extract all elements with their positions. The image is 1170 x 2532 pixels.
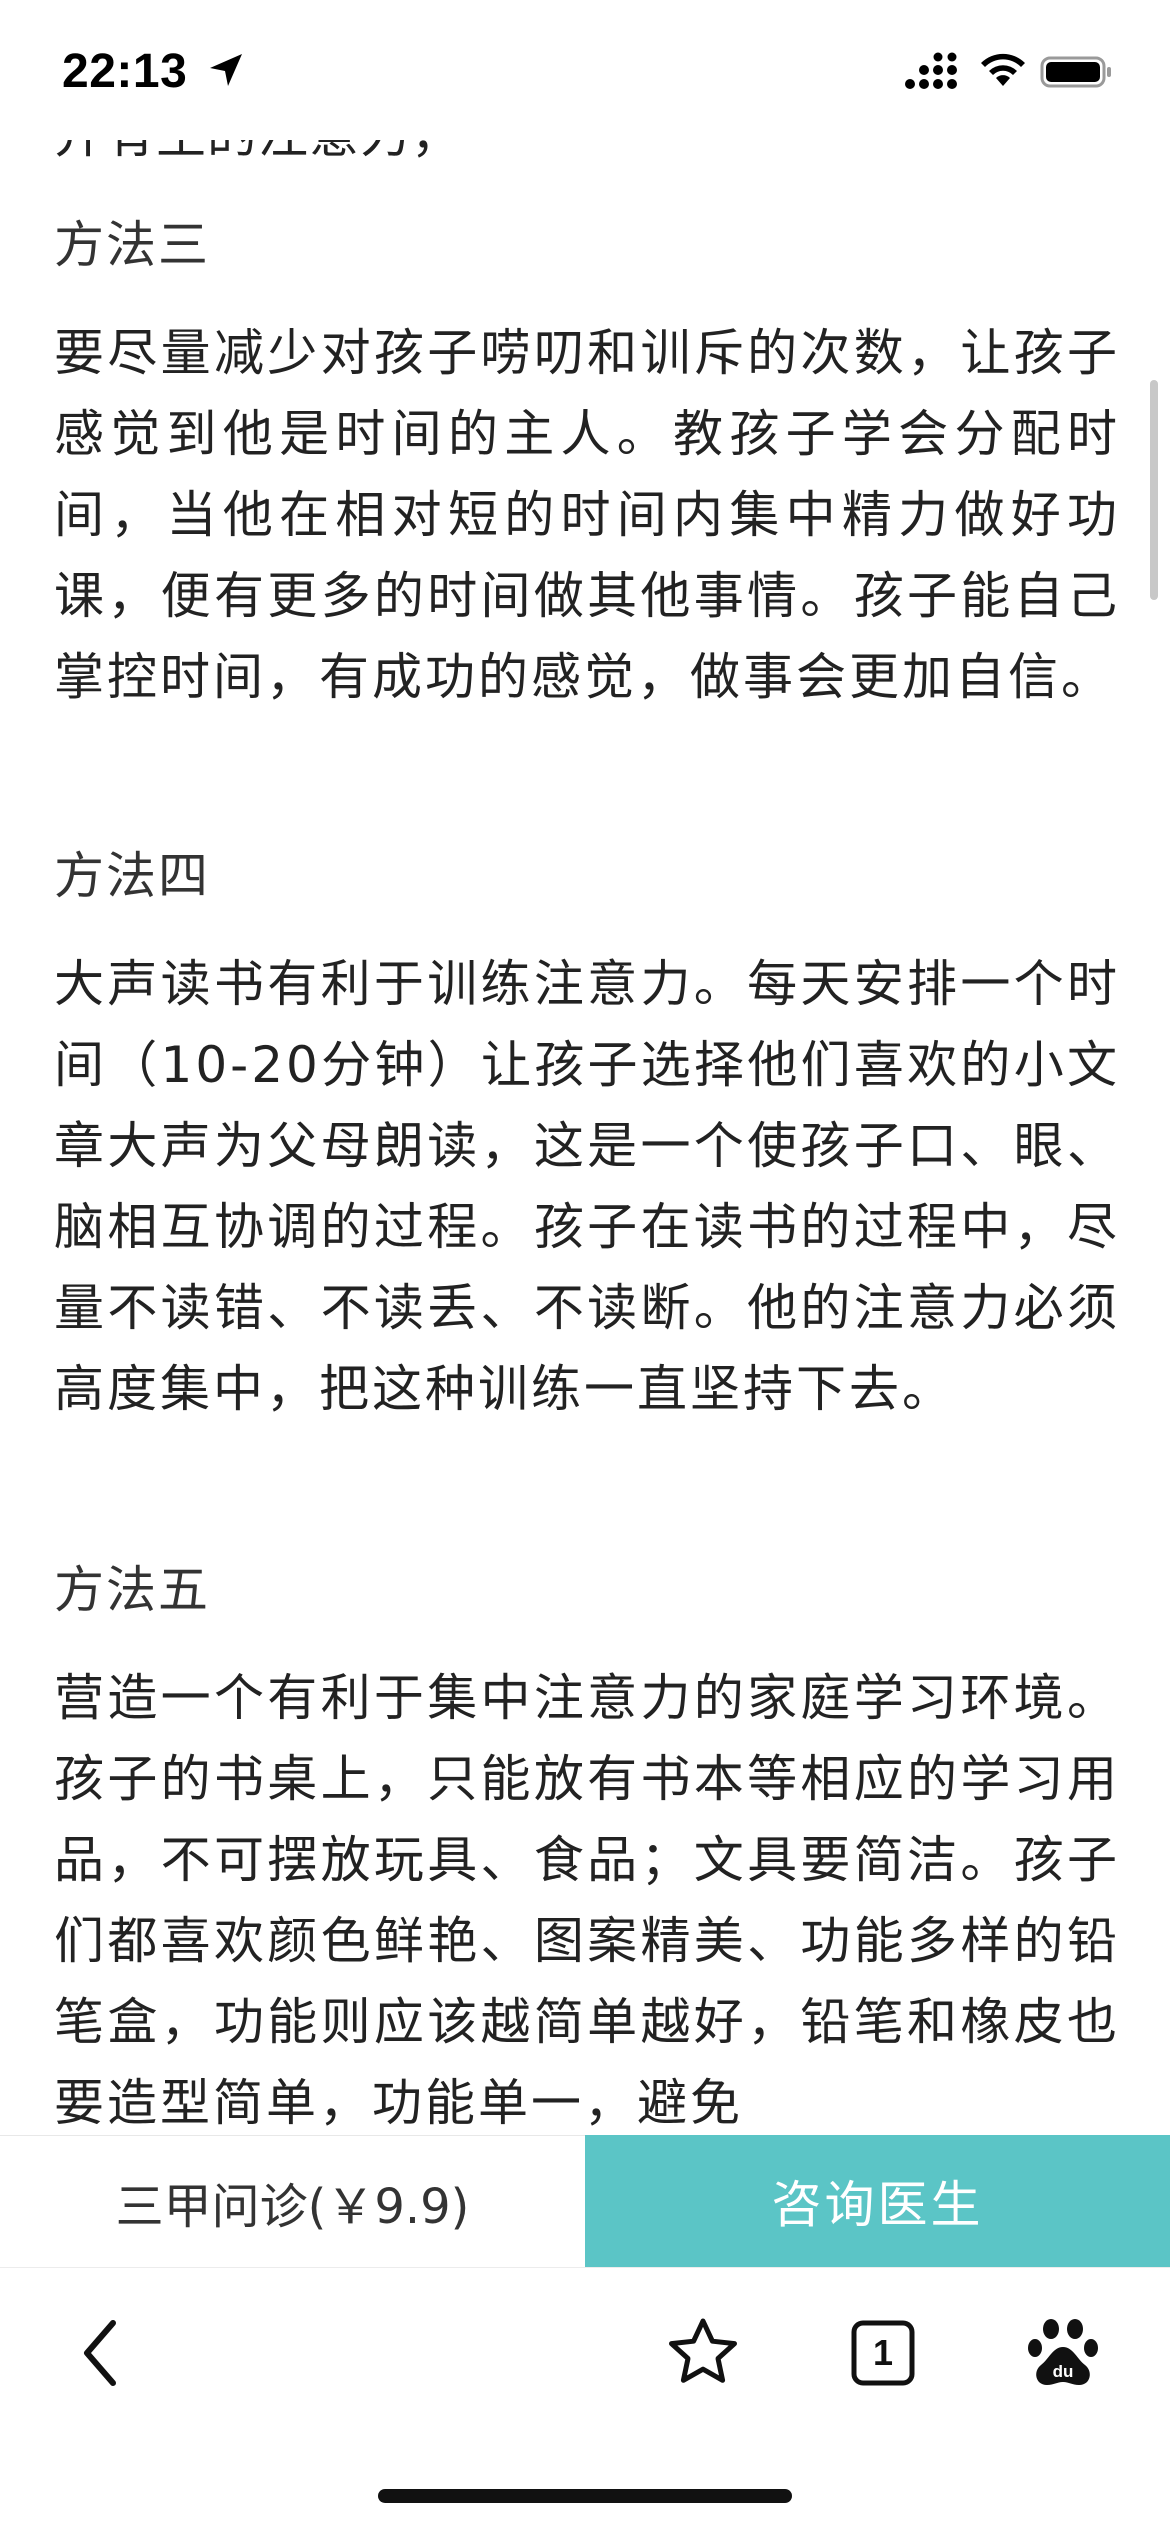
consult-price-button[interactable]: 三甲问诊(￥9.9) (0, 2135, 585, 2267)
status-bar: 22:13 (0, 0, 1170, 140)
cellular-signal-icon (905, 52, 957, 89)
back-button[interactable] (58, 2308, 148, 2398)
section-heading-3: 方法三 (54, 216, 210, 274)
wifi-icon (981, 53, 1025, 86)
tabs-button[interactable]: 1 (838, 2308, 928, 2398)
section-paragraph-5: 营造一个有利于集中注意力的家庭学习环境。孩子的书桌上，只能放有书本等相应的学习用… (54, 1669, 1120, 2132)
favorite-button[interactable] (658, 2308, 748, 2398)
section-heading-5: 方法五 (54, 1561, 210, 1619)
section-paragraph-3: 要尽量减少对孩子唠叨和训斥的次数，让孩子感觉到他是时间的主人。教孩子学会分配时间… (54, 324, 1120, 706)
status-time: 22:13 (62, 45, 188, 98)
baidu-paw-icon: du (1028, 2319, 1098, 2385)
section-paragraph-4: 大声读书有利于训练注意力。每天安排一个时间（10-20分钟）让孩子选择他们喜欢的… (54, 955, 1120, 1418)
baidu-button[interactable]: du (1018, 2308, 1108, 2398)
svg-text:du: du (1053, 2362, 1074, 2381)
star-icon (669, 2318, 737, 2383)
location-arrow-icon (210, 54, 242, 86)
home-indicator[interactable] (378, 2489, 792, 2503)
screen: 并有生的注意力， 方法三 要尽量减少对孩子唠叨和训斥的次数，让孩子感觉到他是时间… (0, 0, 1170, 2532)
consult-doctor-button[interactable]: 咨询医生 (585, 2135, 1170, 2267)
scroll-indicator[interactable] (1150, 380, 1158, 600)
article-content[interactable]: 并有生的注意力， 方法三 要尽量减少对孩子唠叨和训斥的次数，让孩子感觉到他是时间… (0, 0, 1170, 2135)
consultation-bar: 三甲问诊(￥9.9) 咨询医生 (0, 2135, 1170, 2267)
section-heading-4: 方法四 (54, 847, 210, 905)
battery-icon (1040, 56, 1111, 88)
chevron-left-icon (84, 2320, 116, 2386)
tabs-count: 1 (872, 2332, 894, 2373)
